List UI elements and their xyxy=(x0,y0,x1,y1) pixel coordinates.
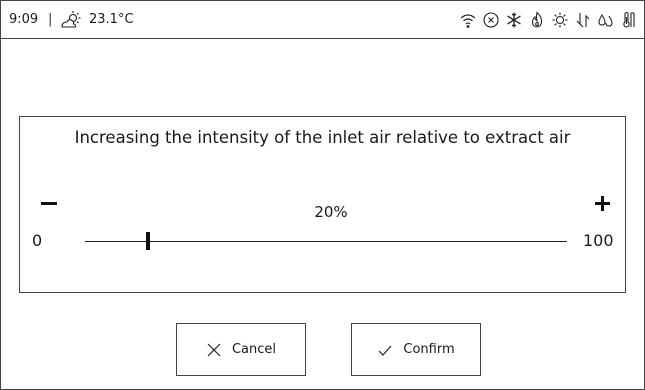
cancel-label: Cancel xyxy=(231,342,277,357)
fan-down-icon xyxy=(574,11,592,29)
close-icon xyxy=(207,343,221,356)
minus-icon[interactable] xyxy=(41,202,57,205)
plus-icon-vertical xyxy=(601,196,604,211)
status-bar: 9:09 | 23.1°C xyxy=(1,1,644,39)
intensity-slider-track[interactable] xyxy=(85,241,567,242)
humidity-icon xyxy=(597,11,615,29)
cancel-button[interactable]: Cancel xyxy=(176,323,306,376)
thermometer-icon xyxy=(620,11,638,29)
status-icons xyxy=(459,10,638,30)
intensity-value: 20% xyxy=(314,203,348,221)
wifi-icon xyxy=(459,11,477,29)
slider-min-label: 0 xyxy=(32,231,43,250)
partly-sunny-icon xyxy=(60,10,82,30)
confirm-button[interactable]: Confirm xyxy=(351,323,481,376)
snowflake-icon xyxy=(505,11,523,29)
flame-icon xyxy=(528,11,546,29)
slider-max-label: 100 xyxy=(583,231,614,250)
stop-circle-icon xyxy=(482,11,500,29)
sun-gear-icon xyxy=(551,11,569,29)
temperature: 23.1°C xyxy=(89,12,134,27)
clock: 9:09 xyxy=(9,12,39,27)
screen: 9:09 | 23.1°C Increasing the intensity o… xyxy=(0,0,645,390)
status-separator: | xyxy=(48,12,53,27)
check-icon xyxy=(378,345,392,356)
intensity-slider-thumb[interactable] xyxy=(145,232,150,250)
dialog-title: Increasing the intensity of the inlet ai… xyxy=(74,128,571,147)
confirm-label: Confirm xyxy=(403,342,455,357)
